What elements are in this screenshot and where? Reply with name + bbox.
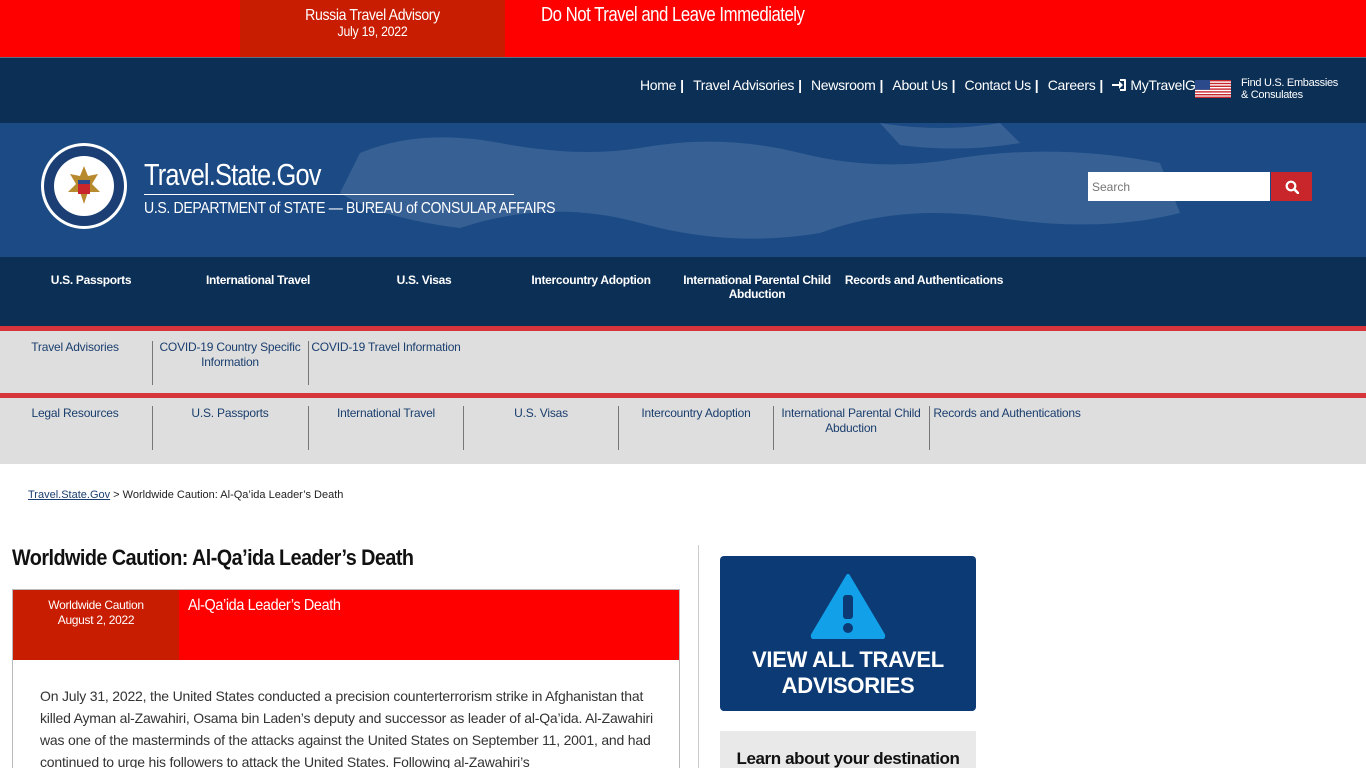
- util-link-newsroom[interactable]: Newsroom: [811, 77, 876, 93]
- subnav-divider: [618, 406, 619, 450]
- search-button[interactable]: [1271, 172, 1312, 201]
- subnav-international-travel[interactable]: International Travel: [311, 406, 461, 421]
- subnav-covid-country-info[interactable]: COVID-19 Country Specific Information: [155, 340, 305, 370]
- subnav-us-visas[interactable]: U.S. Visas: [466, 406, 616, 421]
- alert-card-tag-type: Worldwide Caution: [48, 598, 144, 612]
- util-separator: |: [1034, 77, 1039, 93]
- main-nav-us-visas[interactable]: U.S. Visas: [344, 273, 504, 287]
- site-header: Travel.State.Gov U.S. DEPARTMENT of STAT…: [0, 123, 1366, 257]
- util-link-travel-advisories[interactable]: Travel Advisories: [693, 77, 794, 93]
- subnav-divider: [773, 406, 774, 450]
- breadcrumb-current: Worldwide Caution: Al-Qa’ida Leader’s De…: [122, 489, 344, 501]
- find-embassies-line2: & Consulates: [1241, 89, 1303, 101]
- subnav-divider: [463, 406, 464, 450]
- sub-nav-legal: Legal Resources U.S. Passports Internati…: [0, 398, 1366, 464]
- subnav-parental-child-abduction[interactable]: International Parental Child Abduction: [776, 406, 926, 436]
- page-title: Worldwide Caution: Al-Qa’ida Leader’s De…: [12, 545, 414, 570]
- alert-advisory-date: July 19, 2022: [337, 23, 408, 39]
- alert-card-body: On July 31, 2022, the United States cond…: [40, 688, 653, 768]
- subnav-intercountry-adoption[interactable]: Intercountry Adoption: [621, 406, 771, 421]
- us-flag-icon[interactable]: [1195, 80, 1231, 98]
- utility-bar: Home | Travel Advisories | Newsroom | About…: [0, 57, 1366, 123]
- main-nav-us-passports[interactable]: U.S. Passports: [11, 273, 171, 287]
- breadcrumb-separator: >: [110, 489, 123, 501]
- view-all-advisories-label: VIEW ALL TRAVEL ADVISORIES: [752, 647, 944, 698]
- subnav-divider: [152, 341, 153, 385]
- subnav-records-authentications[interactable]: Records and Authentications: [932, 406, 1082, 421]
- main-nav-international-travel[interactable]: International Travel: [178, 273, 338, 287]
- util-separator: |: [680, 77, 685, 93]
- alert-advisory-name: Russia Travel Advisory: [305, 7, 440, 24]
- sub-nav-travel: Travel Advisories COVID-19 Country Speci…: [0, 331, 1366, 393]
- breadcrumb: Travel.State.Gov > Worldwide Caution: Al…: [28, 489, 343, 501]
- site-subtitle: U.S. DEPARTMENT of STATE — BUREAU of CON…: [144, 200, 556, 217]
- subnav-divider: [308, 341, 309, 385]
- alert-banner[interactable]: Russia Travel Advisory July 19, 2022 Do …: [0, 0, 1366, 57]
- util-separator: |: [951, 77, 956, 93]
- util-link-contact-us[interactable]: Contact Us: [965, 77, 1032, 93]
- util-link-careers[interactable]: Careers: [1048, 77, 1096, 93]
- alert-card-tag: Worldwide Caution August 2, 2022: [13, 590, 179, 660]
- content-divider: [698, 545, 699, 768]
- util-link-about-us[interactable]: About Us: [892, 77, 947, 93]
- subnav-divider: [308, 406, 309, 450]
- util-separator: |: [1099, 77, 1104, 93]
- main-nav-records-authentications[interactable]: Records and Authentications: [844, 273, 1004, 287]
- util-separator: |: [798, 77, 802, 93]
- subnav-divider: [929, 406, 930, 450]
- learn-destination-label: Learn about your destination: [736, 749, 960, 768]
- world-map-graphic: [340, 123, 1180, 239]
- alert-advisory-tag[interactable]: Russia Travel Advisory July 19, 2022: [240, 0, 505, 57]
- utility-nav: Home | Travel Advisories | Newsroom | About…: [640, 77, 1227, 93]
- subnav-us-passports[interactable]: U.S. Passports: [155, 406, 305, 421]
- alert-message[interactable]: Do Not Travel and Leave Immediately: [541, 4, 805, 27]
- main-nav: U.S. Passports International Travel U.S.…: [0, 257, 1366, 327]
- learn-destination-box[interactable]: Learn about your destination: [720, 731, 976, 768]
- util-separator: |: [879, 77, 884, 93]
- util-link-home[interactable]: Home: [640, 77, 676, 93]
- warning-icon: [810, 574, 886, 639]
- find-embassies-link[interactable]: Find U.S. Embassies & Consulates: [1241, 77, 1338, 101]
- subnav-travel-advisories[interactable]: Travel Advisories: [0, 340, 150, 355]
- title-divider: [144, 194, 514, 195]
- alert-card-title: Al-Qa’ida Leader’s Death: [188, 597, 341, 614]
- main-nav-intercountry-adoption[interactable]: Intercountry Adoption: [511, 273, 671, 287]
- department-of-state-seal[interactable]: [40, 142, 128, 230]
- subnav-divider: [152, 406, 153, 450]
- subnav-covid-travel-info[interactable]: COVID-19 Travel Information: [311, 340, 461, 355]
- search-input[interactable]: [1088, 172, 1270, 201]
- find-embassies-line1: Find U.S. Embassies: [1241, 77, 1339, 89]
- alert-card-tag-date: August 2, 2022: [57, 613, 135, 627]
- alert-card-header: Worldwide Caution August 2, 2022 Al-Qa’i…: [13, 590, 679, 660]
- search-icon: [1285, 180, 1299, 194]
- sign-in-icon: [1112, 79, 1127, 91]
- alert-card: Worldwide Caution August 2, 2022 Al-Qa’i…: [12, 589, 680, 768]
- main-nav-parental-child-abduction[interactable]: International Parental Child Abduction: [677, 273, 837, 301]
- site-title[interactable]: Travel.State.Gov: [144, 157, 321, 193]
- subnav-legal-resources[interactable]: Legal Resources: [0, 406, 150, 421]
- breadcrumb-home-link[interactable]: Travel.State.Gov: [28, 489, 110, 501]
- view-all-advisories-button[interactable]: VIEW ALL TRAVEL ADVISORIES: [720, 556, 976, 711]
